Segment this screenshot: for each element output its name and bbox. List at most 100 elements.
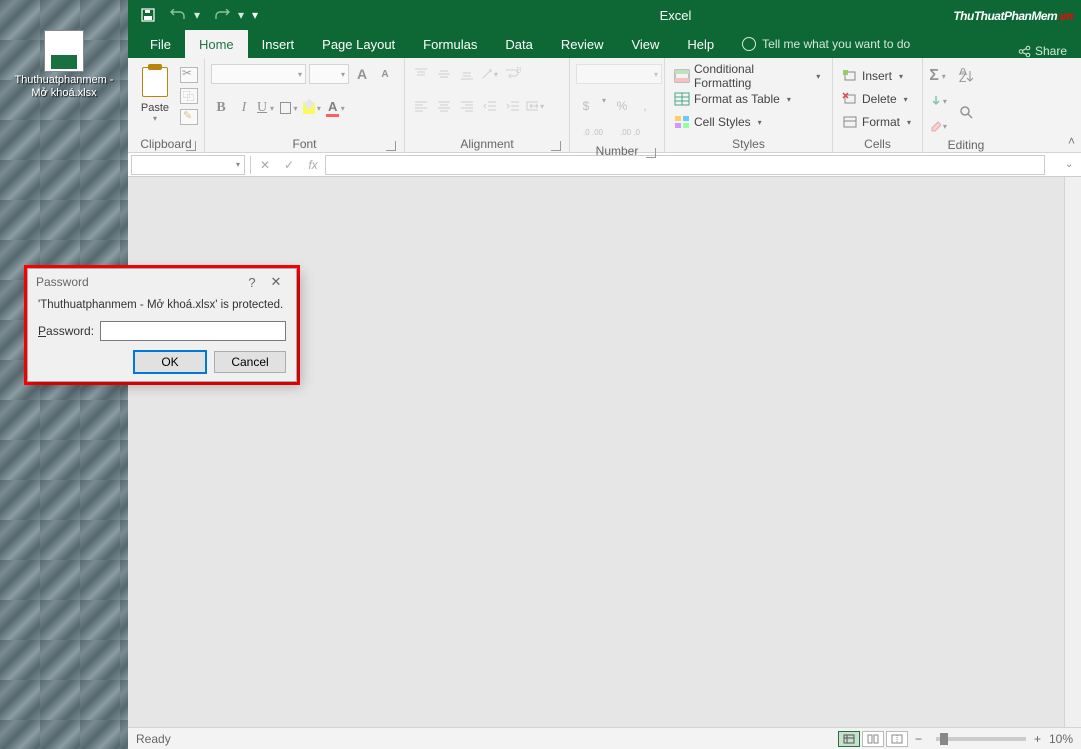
formula-enter-button[interactable]: ✓ [277,155,301,175]
dialog-titlebar[interactable]: Password ? ✕ [28,269,296,295]
currency-button[interactable]: $ [576,96,596,116]
shrink-font-button[interactable]: A [375,64,395,84]
align-center-button[interactable] [434,96,454,116]
save-button[interactable] [134,1,162,29]
tab-data[interactable]: Data [491,30,546,58]
paste-label: Paste [141,102,169,114]
number-format-combo[interactable]: ▾ [576,64,662,84]
cancel-button[interactable]: Cancel [214,351,286,373]
formula-cancel-button[interactable]: ✕ [253,155,277,175]
font-color-button[interactable]: A▾ [326,98,346,118]
svg-text:Z: Z [959,71,966,84]
fill-button[interactable]: ▾ [929,91,949,111]
autosum-button[interactable]: Σ▾ [929,66,949,86]
tab-home[interactable]: Home [185,30,248,58]
merge-center-button[interactable]: ▾ [526,96,546,116]
fill-color-button[interactable]: ▾ [303,98,323,118]
cell-styles-label: Cell Styles [694,115,751,129]
insert-function-button[interactable]: fx [301,155,325,175]
name-box[interactable]: ▾ [131,155,245,175]
clipboard-launcher[interactable] [186,141,196,151]
expand-formula-bar[interactable]: ⌄ [1065,159,1081,170]
paste-button[interactable]: Paste ▾ [134,64,176,123]
desktop-file-icon[interactable]: Thuthuatphanmem - Mở khoá.xlsx [10,30,118,100]
conditional-formatting-button[interactable]: Conditional Formatting▾ [671,66,826,86]
insert-cells-button[interactable]: Insert▾ [839,66,917,86]
delete-cells-button[interactable]: Delete▾ [839,89,917,109]
vertical-scrollbar[interactable] [1064,177,1081,727]
comma-button[interactable]: , [635,96,655,116]
format-as-table-button[interactable]: Format as Table▾ [671,89,826,109]
zoom-slider[interactable] [936,737,1026,741]
collapse-ribbon-button[interactable]: ˄ [1068,134,1075,148]
redo-dropdown[interactable]: ▾ [238,1,250,29]
zoom-level[interactable]: 10% [1049,732,1073,746]
underline-button[interactable]: U▾ [257,98,277,118]
dialog-close-button[interactable]: ✕ [264,274,288,290]
insert-icon [842,69,858,83]
share-button[interactable]: Share [1018,44,1067,58]
share-label: Share [1035,44,1067,58]
wrap-text-button[interactable]: ab [503,64,523,84]
tab-file[interactable]: File [136,30,185,58]
tab-help[interactable]: Help [673,30,728,58]
view-normal-button[interactable] [838,731,860,747]
formula-input[interactable] [325,155,1045,175]
orientation-button[interactable]: ▾ [480,64,500,84]
align-right-button[interactable] [457,96,477,116]
format-painter-button[interactable] [180,109,198,125]
tab-page-layout[interactable]: Page Layout [308,30,409,58]
number-launcher[interactable] [646,148,656,158]
zoom-in-button[interactable]: + [1034,732,1041,746]
italic-button[interactable]: I [234,98,254,118]
percent-button[interactable]: % [612,96,632,116]
dialog-help-button[interactable]: ? [240,275,264,290]
decrease-decimal-button[interactable]: .00 .0 [613,122,647,142]
align-top-button[interactable] [411,64,431,84]
undo-dropdown[interactable]: ▾ [194,1,206,29]
border-icon [280,102,291,114]
tab-view[interactable]: View [617,30,673,58]
decrease-indent-button[interactable] [480,96,500,116]
view-page-break-button[interactable] [886,731,908,747]
status-bar: Ready − + 10% [128,727,1081,749]
conditional-formatting-icon [674,69,690,83]
find-select-button[interactable] [953,103,981,123]
cell-styles-button[interactable]: Cell Styles▾ [671,112,826,132]
alignment-launcher[interactable] [551,141,561,151]
password-input[interactable] [100,321,286,341]
copy-button[interactable] [180,88,198,104]
font-name-combo[interactable]: ▾ [211,64,306,84]
font-launcher[interactable] [386,141,396,151]
increase-decimal-button[interactable]: .0 .00 [576,122,610,142]
ribbon: Paste ▾ Clipboard ▾ ▾ A A [128,58,1081,153]
tab-formulas[interactable]: Formulas [409,30,491,58]
status-ready: Ready [136,732,171,746]
ok-button[interactable]: OK [134,351,206,373]
clear-button[interactable]: ▾ [929,116,949,136]
increase-indent-button[interactable] [503,96,523,116]
editing-group-label: Editing [948,138,985,152]
sort-filter-button[interactable]: AZ [953,66,981,86]
desktop-file-label: Thuthuatphanmem - Mở khoá.xlsx [10,74,118,100]
borders-button[interactable]: ▾ [280,98,300,118]
font-size-combo[interactable]: ▾ [309,64,349,84]
zoom-out-button[interactable]: − [915,732,922,746]
cut-button[interactable] [180,67,198,83]
grow-font-button[interactable]: A [352,64,372,84]
fill-icon [303,102,315,114]
align-middle-button[interactable] [434,64,454,84]
format-cells-button[interactable]: Format▾ [839,112,917,132]
tell-me-search[interactable]: Tell me what you want to do [728,30,924,58]
align-left-button[interactable] [411,96,431,116]
conditional-formatting-label: Conditional Formatting [694,62,809,90]
tab-insert[interactable]: Insert [248,30,309,58]
bold-button[interactable]: B [211,98,231,118]
align-bottom-button[interactable] [457,64,477,84]
tab-review[interactable]: Review [547,30,618,58]
view-page-layout-button[interactable] [862,731,884,747]
eraser-icon [929,119,941,133]
undo-button[interactable] [164,1,192,29]
qat-customize[interactable]: ▾ [252,1,264,29]
redo-button[interactable] [208,1,236,29]
